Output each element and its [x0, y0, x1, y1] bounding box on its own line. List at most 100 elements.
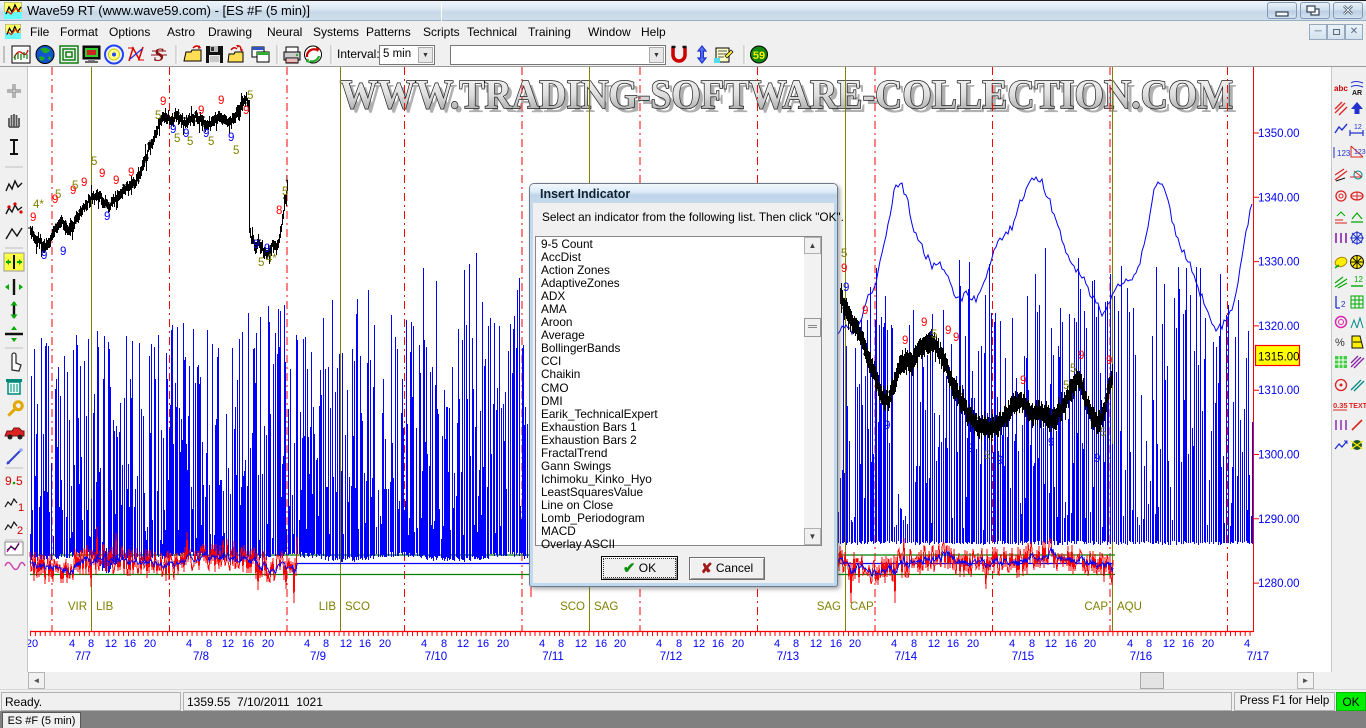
svg-text:16: 16 [124, 638, 136, 650]
svg-text:16: 16 [595, 638, 607, 650]
svg-text:SAG: SAG [594, 601, 618, 613]
svg-text:0.35: 0.35 [1333, 401, 1348, 410]
svg-text:8: 8 [441, 638, 447, 650]
svg-text:AQU: AQU [1117, 601, 1142, 613]
svg-text:4*: 4* [266, 253, 277, 265]
svg-text:WWW.TRADING-SOFTWARE-COLLECTIO: WWW.TRADING-SOFTWARE-COLLECTION.COM [340, 71, 1233, 117]
svg-text:SCO: SCO [345, 601, 370, 613]
svg-text:9: 9 [945, 325, 951, 337]
svg-text:7/9: 7/9 [310, 651, 326, 663]
svg-text:9: 9 [228, 132, 234, 144]
svg-text:9: 9 [99, 168, 105, 180]
svg-text:1315.00: 1315.00 [1258, 352, 1300, 364]
svg-text:9: 9 [243, 105, 249, 117]
svg-text:CAP: CAP [850, 601, 874, 613]
svg-text:9: 9 [5, 474, 12, 488]
svg-text:20: 20 [144, 638, 156, 650]
svg-text:2: 2 [1341, 300, 1346, 309]
svg-text:12: 12 [105, 638, 117, 650]
svg-text:1: 1 [18, 502, 24, 514]
svg-text:4: 4 [69, 638, 75, 650]
svg-text:16: 16 [947, 638, 959, 650]
svg-text:9: 9 [60, 246, 66, 258]
svg-text:9: 9 [160, 96, 166, 108]
svg-text:12: 12 [575, 638, 587, 650]
svg-text:5: 5 [91, 156, 97, 168]
svg-text:VIR: VIR [68, 601, 87, 613]
svg-text:9: 9 [1048, 437, 1054, 449]
svg-text:1350.00: 1350.00 [1258, 128, 1300, 140]
svg-text:4: 4 [1244, 638, 1250, 650]
svg-text:7/10: 7/10 [425, 651, 447, 663]
svg-text:7/17: 7/17 [1247, 651, 1269, 663]
svg-text:SCO: SCO [560, 601, 585, 613]
svg-text:8: 8 [206, 638, 212, 650]
svg-text:2: 2 [17, 525, 23, 537]
svg-text:20: 20 [967, 638, 979, 650]
svg-text:↓: ↓ [284, 172, 290, 184]
svg-text:1300.00: 1300.00 [1258, 450, 1300, 462]
svg-text:5: 5 [282, 186, 288, 198]
svg-text:8: 8 [558, 638, 564, 650]
svg-text:9: 9 [843, 282, 849, 294]
svg-text:CAP: CAP [1084, 601, 1108, 613]
svg-text:1280.00: 1280.00 [1258, 578, 1300, 590]
svg-text:59: 59 [753, 50, 765, 62]
svg-text:12: 12 [457, 638, 469, 650]
svg-text:4: 4 [539, 638, 545, 650]
svg-text:9: 9 [253, 239, 259, 251]
svg-text:9: 9 [1106, 355, 1112, 367]
svg-text:123: 123 [1354, 149, 1366, 156]
svg-text:12: 12 [810, 638, 822, 650]
svg-text:123: 123 [1337, 149, 1351, 158]
svg-text:5: 5 [16, 474, 23, 488]
svg-text:7/7: 7/7 [75, 651, 91, 663]
svg-text:12: 12 [1354, 124, 1362, 131]
svg-text:20: 20 [614, 638, 626, 650]
svg-text:9: 9 [921, 317, 927, 329]
svg-text:8: 8 [793, 638, 799, 650]
svg-text:9: 9 [113, 175, 119, 187]
svg-text:4: 4 [421, 638, 427, 650]
svg-text:5: 5 [233, 145, 239, 157]
svg-text:4: 4 [304, 638, 310, 650]
svg-text:20: 20 [849, 638, 861, 650]
svg-text:1290.00: 1290.00 [1258, 514, 1300, 526]
svg-text:1340.00: 1340.00 [1258, 192, 1300, 204]
svg-text:16: 16 [359, 638, 371, 650]
svg-text:1320.00: 1320.00 [1258, 321, 1300, 333]
svg-text:9: 9 [1094, 453, 1100, 465]
svg-text:7/13: 7/13 [777, 651, 799, 663]
svg-text:9: 9 [218, 95, 224, 107]
svg-text:20: 20 [379, 638, 391, 650]
svg-text:4: 4 [1009, 638, 1015, 650]
svg-text:4: 4 [774, 638, 780, 650]
svg-text:20: 20 [732, 638, 744, 650]
svg-text:8: 8 [1146, 638, 1152, 650]
svg-text:5: 5 [841, 248, 847, 260]
svg-text:4: 4 [656, 638, 662, 650]
svg-text:12: 12 [1163, 638, 1175, 650]
svg-text:9: 9 [997, 455, 1003, 467]
svg-text:12: 12 [1045, 638, 1057, 650]
svg-text:7/16: 7/16 [1130, 651, 1152, 663]
svg-text:9: 9 [862, 305, 868, 317]
svg-text:5: 5 [174, 133, 180, 145]
svg-text:5: 5 [258, 257, 264, 269]
svg-text:4*: 4* [33, 199, 44, 211]
svg-text:5: 5 [208, 136, 214, 148]
svg-text:5: 5 [187, 136, 193, 148]
svg-text:9: 9 [52, 194, 58, 206]
svg-text:4: 4 [891, 638, 897, 650]
svg-text:8: 8 [323, 638, 329, 650]
svg-text:16: 16 [712, 638, 724, 650]
svg-text:5: 5 [1100, 427, 1106, 439]
svg-text:9: 9 [1020, 375, 1026, 387]
svg-text:%: % [1335, 337, 1345, 349]
svg-text:12: 12 [1354, 275, 1363, 284]
svg-text:16: 16 [242, 638, 254, 650]
svg-text:20: 20 [497, 638, 509, 650]
svg-text:TEXT: TEXT [1349, 403, 1366, 410]
svg-text:16: 16 [1065, 638, 1077, 650]
svg-text:8: 8 [911, 638, 917, 650]
